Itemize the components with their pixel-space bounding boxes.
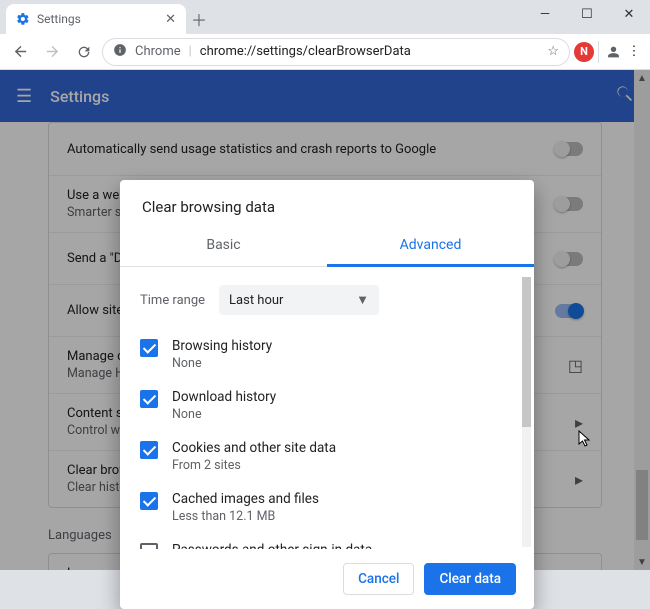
dialog-actions: Cancel Clear data [120,549,534,609]
window-titlebar: Settings ✕ ＋ — ☐ ✕ [0,0,650,34]
omnibox-url: chrome://settings/clearBrowserData [200,44,411,59]
scrollbar-thumb[interactable] [522,277,531,427]
reload-button[interactable] [70,38,98,66]
tab-basic[interactable]: Basic [120,226,327,266]
window-close-button[interactable]: ✕ [608,0,650,28]
tab-close-icon[interactable]: ✕ [165,12,176,27]
extension-icon[interactable]: N [574,42,594,62]
clear-browsing-data-dialog: Clear browsing data Basic Advanced Time … [120,180,534,609]
clear-data-checklist: Browsing historyNone Download historyNon… [140,329,514,549]
clear-data-button[interactable]: Clear data [424,563,516,595]
browser-tab[interactable]: Settings ✕ [6,4,186,34]
window-minimize-button[interactable]: — [524,0,566,28]
address-bar[interactable]: Chrome | chrome://settings/clearBrowserD… [102,38,570,66]
check-item-cache[interactable]: Cached images and filesLess than 12.1 MB [140,482,514,533]
bookmark-star-icon[interactable]: ☆ [547,44,559,59]
kebab-menu-icon[interactable]: ⋮ [624,44,644,59]
omnibox-host: Chrome [135,44,181,59]
forward-button[interactable] [38,38,66,66]
dropdown-caret-icon: ▼ [356,292,369,308]
new-tab-button[interactable]: ＋ [186,6,212,32]
site-info-icon[interactable] [113,43,127,61]
settings-favicon-icon [16,12,30,26]
checkbox[interactable] [140,441,158,459]
window-maximize-button[interactable]: ☐ [566,0,608,28]
check-item-cookies[interactable]: Cookies and other site dataFrom 2 sites [140,431,514,482]
time-range-value: Last hour [229,293,283,308]
checkbox[interactable] [140,390,158,408]
tab-title: Settings [37,12,158,26]
time-range-select[interactable]: Last hour ▼ [219,285,379,315]
dialog-scrollbar[interactable] [522,277,531,547]
browser-toolbar: Chrome | chrome://settings/clearBrowserD… [0,34,650,70]
time-range-label: Time range [140,293,205,308]
cancel-button[interactable]: Cancel [343,563,414,595]
check-item-browsing-history[interactable]: Browsing historyNone [140,329,514,380]
dialog-body: Time range Last hour ▼ Browsing historyN… [120,267,534,549]
profile-avatar-icon[interactable] [598,41,620,63]
window-control-buttons: — ☐ ✕ [524,0,650,28]
dialog-title: Clear browsing data [120,180,534,226]
checkbox[interactable] [140,492,158,510]
back-button[interactable] [6,38,34,66]
dialog-tabs: Basic Advanced [120,226,534,267]
tab-advanced[interactable]: Advanced [327,226,534,267]
checkbox[interactable] [140,339,158,357]
check-item-download-history[interactable]: Download historyNone [140,380,514,431]
checkbox[interactable] [140,543,158,549]
check-item-passwords[interactable]: Passwords and other sign-in dataNone [140,533,514,549]
time-range-control: Time range Last hour ▼ [140,285,514,315]
